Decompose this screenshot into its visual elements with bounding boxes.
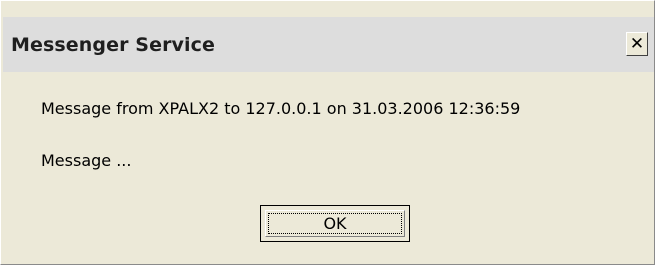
message-body: Message ...	[41, 151, 132, 170]
messenger-service-dialog: Messenger Service ✕ Message from XPALX2 …	[0, 0, 655, 265]
message-header-line: Message from XPALX2 to 127.0.0.1 on 31.0…	[41, 99, 521, 118]
ok-button[interactable]: OK	[260, 205, 410, 242]
window-title: Messenger Service	[11, 34, 215, 56]
close-icon: ✕	[629, 33, 645, 54]
ok-button-label: OK	[265, 210, 405, 237]
close-button[interactable]: ✕	[626, 32, 648, 56]
title-bar[interactable]: Messenger Service ✕	[3, 17, 654, 72]
